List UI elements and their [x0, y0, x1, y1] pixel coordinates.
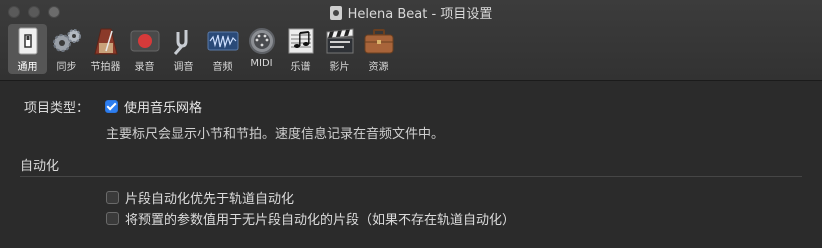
tab-score[interactable]: 乐谱: [281, 24, 320, 74]
audio-waveform-icon: [207, 26, 239, 56]
musical-grid-description: 主要标尺会显示小节和节拍。速度信息记录在音频文件中。: [106, 127, 445, 142]
tab-metronome[interactable]: 节拍器: [86, 24, 125, 74]
tab-midi-label: MIDI: [250, 58, 273, 69]
window-title: Helena Beat - 项目设置: [0, 3, 822, 22]
tab-movie-label: 影片: [329, 62, 350, 73]
section-divider: [20, 176, 802, 177]
tab-recording[interactable]: 录音: [125, 24, 164, 74]
metronome-icon: [90, 26, 122, 56]
tab-audio[interactable]: 音频: [203, 24, 242, 74]
preset-parameter-values-checkbox[interactable]: [106, 212, 119, 225]
window-title-text: Helena Beat - 项目设置: [347, 7, 493, 22]
project-type-row: 项目类型： 使用音乐网格: [24, 97, 202, 116]
general-icon: [12, 26, 44, 56]
general-settings-pane: 项目类型： 使用音乐网格 主要标尺会显示小节和节拍。速度信息记录在音频文件中。 …: [0, 81, 822, 248]
use-musical-grid-label[interactable]: 使用音乐网格: [124, 97, 202, 116]
sync-gears-icon: [51, 26, 83, 56]
document-icon: [329, 5, 342, 20]
tab-sync[interactable]: 同步: [47, 24, 86, 74]
region-automation-priority-checkbox[interactable]: [106, 191, 119, 204]
tuning-fork-icon: [168, 26, 200, 56]
assets-briefcase-icon: [363, 26, 395, 56]
tab-metronome-label: 节拍器: [90, 62, 121, 73]
tab-general-label: 通用: [17, 62, 38, 73]
tab-assets[interactable]: 资源: [359, 24, 398, 74]
automation-section-title: 自动化: [20, 159, 60, 174]
tab-sync-label: 同步: [56, 62, 77, 73]
tab-midi[interactable]: MIDI: [242, 24, 281, 74]
preset-parameter-values-label[interactable]: 将预置的参数值用于无片段自动化的片段（如果不存在轨道自动化）: [125, 209, 515, 228]
movie-clapper-icon: [324, 26, 356, 56]
record-icon: [129, 26, 161, 56]
preset-parameter-values-option: 将预置的参数值用于无片段自动化的片段（如果不存在轨道自动化）: [106, 209, 515, 228]
tab-score-label: 乐谱: [290, 62, 311, 73]
settings-toolbar: 通用 同步 节拍器 录音 调音 音频 MIDI 乐谱 影片 资源: [8, 24, 398, 74]
tab-assets-label: 资源: [368, 62, 389, 73]
use-musical-grid-checkbox[interactable]: [105, 100, 118, 113]
tab-recording-label: 录音: [134, 62, 155, 73]
tab-movie[interactable]: 影片: [320, 24, 359, 74]
region-automation-priority-label[interactable]: 片段自动化优先于轨道自动化: [125, 188, 294, 207]
project-settings-window: Helena Beat - 项目设置 通用 同步 节拍器 录音 调音 音频 MI…: [0, 0, 822, 248]
tab-general[interactable]: 通用: [8, 24, 47, 74]
tab-audio-label: 音频: [212, 62, 233, 73]
titlebar: Helena Beat - 项目设置 通用 同步 节拍器 录音 调音 音频 MI…: [0, 0, 822, 81]
tab-tuning-label: 调音: [173, 62, 194, 73]
score-notes-icon: [285, 26, 317, 56]
region-automation-priority-option: 片段自动化优先于轨道自动化: [106, 188, 294, 207]
project-type-label: 项目类型：: [24, 101, 90, 116]
midi-connector-icon: [246, 26, 278, 56]
tab-tuning[interactable]: 调音: [164, 24, 203, 74]
